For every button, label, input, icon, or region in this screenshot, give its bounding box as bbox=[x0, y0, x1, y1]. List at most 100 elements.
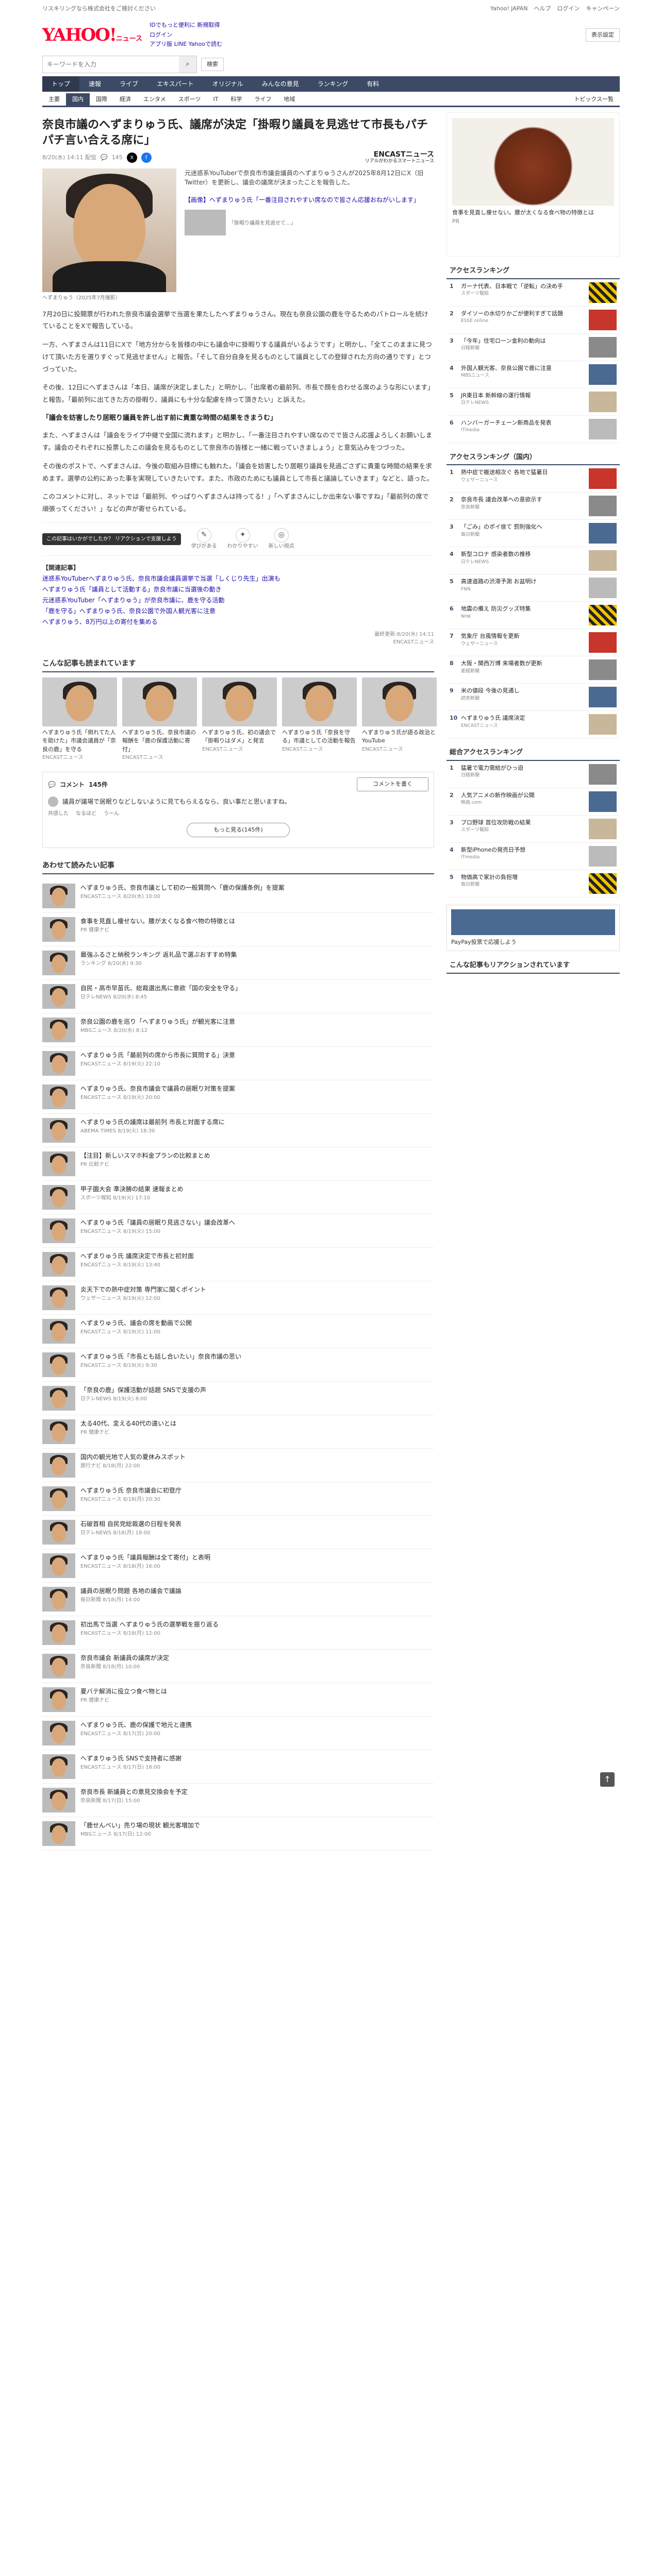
ranking-item[interactable]: 4 外国人観光客、奈良公園で鹿に注意 MBSニュース bbox=[446, 361, 620, 388]
list-title[interactable]: 石破首相 自民党総裁選の日程を発表 bbox=[80, 1520, 181, 1529]
list-item[interactable]: 石破首相 自民党総裁選の日程を発表 日テレNEWS 8/18(月) 18:00 bbox=[42, 1516, 434, 1550]
tab-entertainment[interactable]: エンタメ bbox=[137, 93, 172, 106]
list-item[interactable]: 奈良公園の鹿を巡り「へずまりゅう氏」が観光客に注意 MBSニュース 8/20(水)… bbox=[42, 1013, 434, 1047]
rank-title[interactable]: 「今年」住宅ローン金利の動向は bbox=[461, 337, 545, 344]
also-read-card[interactable]: へずまりゅう氏、奈良市議の報酬を「鹿の保護活動に寄付」 ENCASTニュース bbox=[122, 677, 197, 762]
related-link[interactable]: 迷惑系YouTuberへずまりゅう氏、奈良市議会議員選挙で当選「しくじり先生」出… bbox=[42, 574, 434, 583]
more-comments-button[interactable]: もっと見る(145件) bbox=[187, 822, 290, 838]
list-title[interactable]: 「奈良の鹿」保護活動が話題 SNSで支援の声 bbox=[80, 1386, 206, 1395]
rank-title[interactable]: へずまりゅう氏 議席決定 bbox=[461, 715, 525, 721]
tab-life[interactable]: ライフ bbox=[248, 93, 277, 106]
list-title[interactable]: 奈良公園の鹿を巡り「へずまりゅう氏」が観光客に注意 bbox=[80, 1018, 235, 1026]
ranking-item[interactable]: 3 プロ野球 首位攻防戦の結果 スポーツ報知 bbox=[446, 816, 620, 843]
list-item[interactable]: へずまりゅう氏「議員報酬は全て寄付」と表明 ENCASTニュース 8/18(月) … bbox=[42, 1549, 434, 1583]
list-title[interactable]: へずまりゅう氏「最前列の席から市長に質問する」決意 bbox=[80, 1051, 235, 1060]
comment-count-icon[interactable]: 💬 bbox=[101, 154, 108, 162]
search-button[interactable]: 検索 bbox=[201, 57, 224, 72]
rank-title[interactable]: 物価高で家計の負担増 bbox=[461, 874, 518, 880]
tab-science[interactable]: 科学 bbox=[224, 93, 248, 106]
list-item[interactable]: 【注目】新しいスマホ料金プランの比較まとめ PR 比較ナビ bbox=[42, 1147, 434, 1181]
topline-link[interactable]: キャンペーン bbox=[586, 5, 620, 13]
x-share-icon[interactable]: X bbox=[126, 152, 137, 163]
list-title[interactable]: 食事を見直し痩せない。腰が太くなる食べ物の特徴とは bbox=[80, 917, 235, 926]
list-title[interactable]: へずまりゅう氏 奈良市議会に初登庁 bbox=[80, 1486, 181, 1495]
list-item[interactable]: 奈良市長 新議員との意見交換会を予定 奈良新聞 8/17(日) 15:00 bbox=[42, 1784, 434, 1818]
list-title[interactable]: へずまりゅう氏の議席は最前列 市長と対面する席に bbox=[80, 1118, 225, 1127]
nav-breaking[interactable]: 速報 bbox=[79, 76, 110, 92]
settings-button[interactable]: 表示設定 bbox=[586, 28, 620, 42]
list-item[interactable]: 奈良市議会 新議員の議席が決定 奈良新聞 8/18(月) 10:00 bbox=[42, 1650, 434, 1684]
reaction-new-button[interactable]: ◎ 新しい視点 bbox=[269, 528, 294, 550]
list-item[interactable]: 太る40代、変える40代の違いとは PR 健康ナビ bbox=[42, 1415, 434, 1449]
also-read-card[interactable]: へずまりゅう氏が語る政治とYouTube ENCASTニュース bbox=[362, 677, 437, 762]
rank-title[interactable]: ハンバーガーチェーン新商品を発表 bbox=[461, 419, 551, 426]
ranking-item[interactable]: 5 物価高で家計の負担増 毎日新聞 bbox=[446, 870, 620, 897]
ranking-item[interactable]: 4 新型コロナ 感染者数の推移 日テレNEWS bbox=[446, 547, 620, 574]
rank-title[interactable]: 大阪・関西万博 来場者数が更新 bbox=[461, 660, 542, 667]
nav-top[interactable]: トップ bbox=[42, 76, 80, 92]
ranking-item[interactable]: 5 高速道路の渋滞予測 お盆明け FNN bbox=[446, 574, 620, 602]
related-link[interactable]: へずまりゅう、8万円以上の寄付を集める bbox=[42, 617, 434, 626]
write-comment-button[interactable]: コメントを書く bbox=[357, 777, 428, 791]
app-link[interactable]: アプリ版 LINE Yahooで読む bbox=[150, 40, 222, 49]
list-title[interactable]: へずまりゅう氏 SNSで支持者に感謝 bbox=[80, 1754, 181, 1763]
topline-link[interactable]: Yahoo! JAPAN bbox=[490, 5, 528, 13]
nav-opinion[interactable]: みんなの意見 bbox=[253, 76, 308, 92]
facebook-share-icon[interactable]: f bbox=[141, 152, 152, 163]
reaction-clear-button[interactable]: ✦ わかりやすい bbox=[227, 528, 258, 550]
tab-region[interactable]: 地域 bbox=[277, 93, 301, 106]
nav-expert[interactable]: エキスパート bbox=[147, 76, 203, 92]
list-item[interactable]: 炎天下での熱中症対策 専門家に聞くポイント ウェザーニュース 8/19(火) 12… bbox=[42, 1281, 434, 1315]
list-item[interactable]: へずまりゅう氏、奈良市議会で議員の居眠り対策を提案 ENCASTニュース 8/19… bbox=[42, 1080, 434, 1114]
tab-international[interactable]: 国際 bbox=[90, 93, 113, 106]
topline-notice[interactable]: リスキリングなら株式会社をご検討ください bbox=[42, 5, 156, 13]
list-title[interactable]: へずまりゅう氏「議員報酬は全て寄付」と表明 bbox=[80, 1553, 210, 1562]
ranking-item[interactable]: 2 ダイソーの水切りかごが便利すぎて話題 ESSE online bbox=[446, 307, 620, 334]
rank-title[interactable]: 人気アニメの新作映画が公開 bbox=[461, 792, 535, 799]
list-item[interactable]: へずまりゅう氏の議席は最前列 市長と対面する席に ABEMA TIMES 8/19… bbox=[42, 1114, 434, 1148]
rank-title[interactable]: 猛暑で電力需給がひっ迫 bbox=[461, 765, 523, 771]
nav-ranking[interactable]: ランキング bbox=[308, 76, 358, 92]
yahoo-logo[interactable]: YAHOO!ニュース bbox=[42, 22, 142, 48]
tab-main[interactable]: 主要 bbox=[42, 93, 66, 106]
list-title[interactable]: 最強ふるさと納税ランキング 返礼品で選ぶおすすめ特集 bbox=[80, 951, 237, 959]
list-title[interactable]: 「鹿せんべい」売り場の現状 観光客増加で bbox=[80, 1821, 200, 1830]
list-title[interactable]: へずまりゅう氏「市長とも話し合いたい」奈良市議の思い bbox=[80, 1352, 241, 1361]
also-read-card[interactable]: へずまりゅう氏、初の議会で「掛暇りはダメ」と発言 ENCASTニュース bbox=[202, 677, 277, 762]
article-photo[interactable] bbox=[42, 168, 176, 292]
search-icon[interactable]: ⌕ bbox=[179, 56, 196, 73]
list-item[interactable]: へずまりゅう氏、議会の席を動画で公開 ENCASTニュース 8/19(火) 11:… bbox=[42, 1315, 434, 1349]
list-item[interactable]: 「鹿せんべい」売り場の現状 観光客増加で MBSニュース 8/17(日) 12:0… bbox=[42, 1817, 434, 1851]
list-title[interactable]: 甲子園大会 準決勝の結果 速報まとめ bbox=[80, 1185, 184, 1194]
rank-title[interactable]: 外国人観光客、奈良公園で鹿に注意 bbox=[461, 365, 552, 371]
list-item[interactable]: 食事を見直し痩せない。腰が太くなる食べ物の特徴とは PR 健康ナビ bbox=[42, 913, 434, 947]
ranking-item[interactable]: 7 気象庁 台風情報を更新 ウェザーニュース bbox=[446, 629, 620, 656]
comment-count[interactable]: 145 bbox=[112, 154, 123, 162]
tab-domestic[interactable]: 国内 bbox=[66, 93, 90, 106]
list-item[interactable]: 議員の居眠り問題 各地の議会で議論 毎日新聞 8/18(月) 14:00 bbox=[42, 1583, 434, 1617]
tab-it[interactable]: IT bbox=[207, 93, 224, 106]
list-title[interactable]: 太る40代、変える40代の違いとは bbox=[80, 1419, 176, 1428]
ranking-item[interactable]: 8 大阪・関西万博 来場者数が更新 産経新聞 bbox=[446, 656, 620, 684]
tab-economy[interactable]: 経済 bbox=[113, 93, 137, 106]
list-title[interactable]: 自民・高市早苗氏、総裁選出馬に意欲「国の安全を守る」 bbox=[80, 984, 241, 993]
ranking-item[interactable]: 3 「今年」住宅ローン金利の動向は 日経新聞 bbox=[446, 334, 620, 361]
list-item[interactable]: 夏バテ解消に役立つ食べ物とは PR 健康ナビ bbox=[42, 1683, 434, 1717]
back-to-top-icon[interactable]: ↑ bbox=[600, 1772, 615, 1787]
list-title[interactable]: へずまりゅう氏、議会の席を動画で公開 bbox=[80, 1319, 192, 1328]
also-read-card[interactable]: へずまりゅう氏「倒れてた人を助けた」市議会議員が「奈良の鹿」を守る ENCASTニ… bbox=[42, 677, 117, 762]
list-title[interactable]: 【注目】新しいスマホ料金プランの比較まとめ bbox=[80, 1151, 210, 1160]
topline-link[interactable]: ログイン bbox=[557, 5, 580, 13]
list-title[interactable]: 奈良市長 新議員との意見交換会を予定 bbox=[80, 1788, 188, 1797]
list-title[interactable]: へずまりゅう氏、奈良市議会で議員の居眠り対策を提案 bbox=[80, 1084, 235, 1093]
rank-title[interactable]: JR東日本 新幹線の運行情報 bbox=[461, 392, 531, 399]
list-title[interactable]: 夏バテ解消に役立つ食べ物とは bbox=[80, 1687, 167, 1696]
tab-sports[interactable]: スポーツ bbox=[172, 93, 207, 106]
rank-title[interactable]: 熱中症で搬送相次ぐ 各地で猛暑日 bbox=[461, 469, 548, 476]
agree-button[interactable]: なるほど bbox=[76, 810, 96, 818]
rank-title[interactable]: 地震の備え 防災グッズ特集 bbox=[461, 605, 531, 612]
topline-link[interactable]: ヘルプ bbox=[534, 5, 551, 13]
ad-image[interactable] bbox=[452, 118, 614, 206]
inline-image[interactable] bbox=[185, 209, 226, 235]
hmm-button[interactable]: うーん bbox=[104, 810, 119, 818]
